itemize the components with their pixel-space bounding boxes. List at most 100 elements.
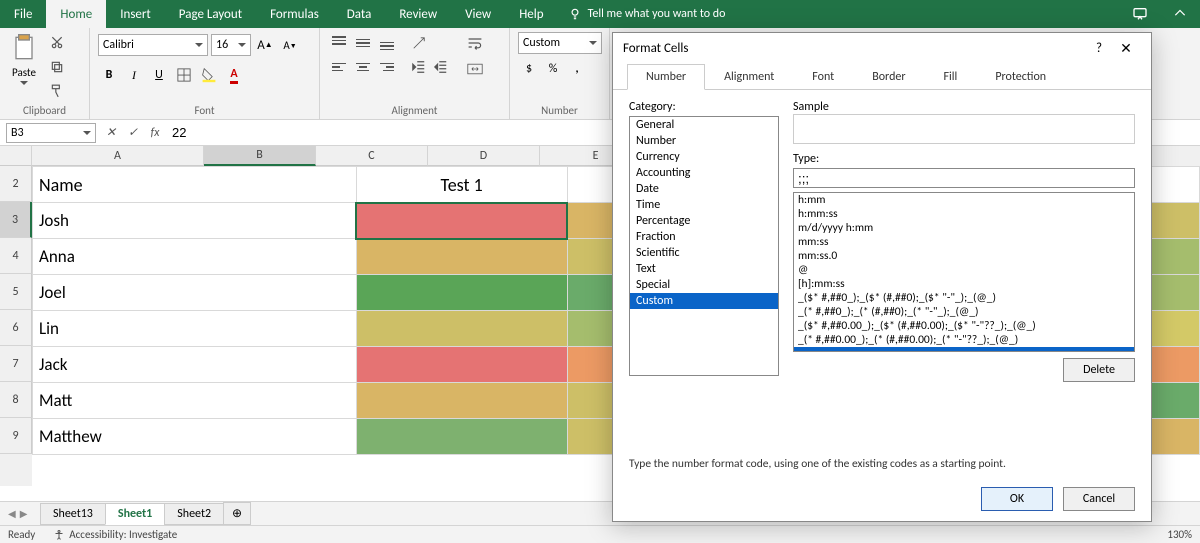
tab-help[interactable]: Help bbox=[505, 0, 557, 28]
cell[interactable]: Joel bbox=[33, 275, 357, 311]
row-header[interactable]: 3 bbox=[0, 202, 32, 238]
dialog-tab-fill[interactable]: Fill bbox=[925, 64, 977, 90]
tab-home[interactable]: Home bbox=[46, 0, 106, 28]
cell[interactable]: Matthew bbox=[33, 419, 357, 455]
category-list[interactable]: General Number Currency Accounting Date … bbox=[629, 116, 779, 376]
type-option[interactable]: _(* #,##0.00_);_(* (#,##0.00);_(* "-"??_… bbox=[794, 333, 1134, 347]
dialog-tab-number[interactable]: Number bbox=[627, 64, 705, 90]
cell[interactable] bbox=[356, 383, 567, 419]
type-option[interactable]: h:mm:ss bbox=[794, 207, 1134, 221]
percent-icon[interactable]: % bbox=[542, 58, 564, 80]
cell[interactable] bbox=[356, 239, 567, 275]
decrease-font-icon[interactable]: A▼ bbox=[279, 34, 301, 56]
category-item[interactable]: Custom bbox=[630, 293, 778, 309]
align-middle-icon[interactable] bbox=[352, 32, 374, 54]
type-option[interactable]: h:mm bbox=[794, 193, 1134, 207]
category-item[interactable]: Accounting bbox=[630, 165, 778, 181]
bold-button[interactable]: B bbox=[98, 64, 120, 86]
align-center-icon[interactable] bbox=[352, 56, 374, 78]
category-item[interactable]: Fraction bbox=[630, 229, 778, 245]
tab-view[interactable]: View bbox=[451, 0, 505, 28]
type-option[interactable]: [h]:mm:ss bbox=[794, 277, 1134, 291]
enter-formula-icon[interactable]: ✓ bbox=[122, 122, 144, 144]
cancel-button[interactable]: Cancel bbox=[1063, 487, 1135, 511]
col-header[interactable]: A bbox=[32, 146, 204, 166]
row-header[interactable]: 6 bbox=[0, 310, 32, 346]
number-format-select[interactable]: Custom bbox=[518, 32, 602, 54]
align-left-icon[interactable] bbox=[328, 56, 350, 78]
tab-file[interactable]: File bbox=[0, 0, 46, 28]
borders-icon[interactable] bbox=[173, 64, 195, 86]
font-color-icon[interactable]: A bbox=[223, 64, 245, 86]
merge-center-icon[interactable] bbox=[462, 58, 488, 80]
currency-icon[interactable]: $ bbox=[518, 58, 540, 80]
zoom-level[interactable]: 130% bbox=[1167, 528, 1192, 541]
col-header[interactable]: B bbox=[204, 146, 316, 166]
type-option[interactable]: _(* #,##0_);_(* (#,##0);_(* "-"_);_(@_) bbox=[794, 305, 1134, 319]
category-item[interactable]: Scientific bbox=[630, 245, 778, 261]
cell[interactable] bbox=[356, 311, 567, 347]
sheet-nav-next-icon[interactable]: ▶ bbox=[20, 507, 28, 520]
cell[interactable]: Anna bbox=[33, 239, 357, 275]
dialog-tab-alignment[interactable]: Alignment bbox=[705, 64, 793, 90]
type-option[interactable]: _($* #,##0.00_);_($* (#,##0.00);_($* "-"… bbox=[794, 319, 1134, 333]
category-item[interactable]: Special bbox=[630, 277, 778, 293]
tab-page-layout[interactable]: Page Layout bbox=[165, 0, 256, 28]
category-item[interactable]: Number bbox=[630, 133, 778, 149]
type-option[interactable]: _($* #,##0_);_($* (#,##0);_($* "-"_);_(@… bbox=[794, 291, 1134, 305]
row-header[interactable]: 8 bbox=[0, 382, 32, 418]
name-box[interactable]: B3 bbox=[6, 123, 96, 143]
type-option[interactable]: m/d/yyyy h:mm bbox=[794, 221, 1134, 235]
wrap-text-icon[interactable] bbox=[462, 32, 488, 54]
cell[interactable]: Matt bbox=[33, 383, 357, 419]
cell[interactable] bbox=[356, 419, 567, 455]
row-header[interactable]: 4 bbox=[0, 238, 32, 274]
align-bottom-icon[interactable] bbox=[376, 32, 398, 54]
underline-button[interactable]: U bbox=[148, 64, 170, 86]
sheet-tab[interactable]: Sheet1 bbox=[105, 503, 165, 525]
delete-button[interactable]: Delete bbox=[1063, 358, 1135, 382]
increase-indent-icon[interactable] bbox=[430, 56, 452, 78]
tab-insert[interactable]: Insert bbox=[106, 0, 165, 28]
cell[interactable]: Jack bbox=[33, 347, 357, 383]
font-size-select[interactable]: 16 bbox=[211, 34, 251, 56]
type-list[interactable]: h:mm h:mm:ss m/d/yyyy h:mm mm:ss mm:ss.0… bbox=[793, 192, 1135, 352]
category-item[interactable]: Date bbox=[630, 181, 778, 197]
row-header[interactable]: 9 bbox=[0, 418, 32, 454]
paste-icon[interactable] bbox=[8, 32, 40, 64]
fill-color-icon[interactable] bbox=[198, 64, 220, 86]
align-top-icon[interactable] bbox=[328, 32, 350, 54]
dialog-help-icon[interactable]: ? bbox=[1087, 41, 1111, 56]
dialog-tab-protection[interactable]: Protection bbox=[976, 64, 1065, 90]
decrease-indent-icon[interactable] bbox=[408, 56, 430, 78]
type-input[interactable] bbox=[793, 168, 1135, 188]
dialog-tab-font[interactable]: Font bbox=[793, 64, 853, 90]
tab-formulas[interactable]: Formulas bbox=[256, 0, 333, 28]
row-header[interactable]: 2 bbox=[0, 166, 32, 202]
type-option[interactable]: @ bbox=[794, 263, 1134, 277]
fx-icon[interactable]: fx bbox=[144, 122, 166, 144]
category-item[interactable]: Percentage bbox=[630, 213, 778, 229]
select-all-corner[interactable] bbox=[0, 146, 32, 166]
comma-icon[interactable]: , bbox=[566, 58, 588, 80]
dialog-close-icon[interactable]: ✕ bbox=[1111, 33, 1141, 63]
sheet-tab[interactable]: Sheet13 bbox=[40, 503, 106, 525]
row-header[interactable]: 7 bbox=[0, 346, 32, 382]
type-option[interactable]: mm:ss.0 bbox=[794, 249, 1134, 263]
sheet-nav-prev-icon[interactable]: ◀ bbox=[8, 507, 16, 520]
align-right-icon[interactable] bbox=[376, 56, 398, 78]
ribbon-display-icon[interactable] bbox=[1160, 0, 1200, 28]
accessibility-status[interactable]: Accessibility: Investigate bbox=[53, 528, 177, 541]
type-option[interactable]: ;;; bbox=[794, 347, 1134, 352]
type-option[interactable]: mm:ss bbox=[794, 235, 1134, 249]
tellme-search[interactable]: Tell me what you want to do bbox=[568, 0, 726, 28]
paste-dropdown-icon[interactable] bbox=[20, 81, 28, 85]
increase-font-icon[interactable]: A▲ bbox=[254, 34, 276, 56]
comments-icon[interactable] bbox=[1120, 0, 1160, 28]
copy-icon[interactable] bbox=[46, 56, 68, 78]
category-item[interactable]: Currency bbox=[630, 149, 778, 165]
category-item[interactable]: Text bbox=[630, 261, 778, 277]
new-sheet-button[interactable]: ⊕ bbox=[223, 502, 251, 525]
italic-button[interactable]: I bbox=[123, 64, 145, 86]
col-header[interactable]: C bbox=[316, 146, 428, 166]
